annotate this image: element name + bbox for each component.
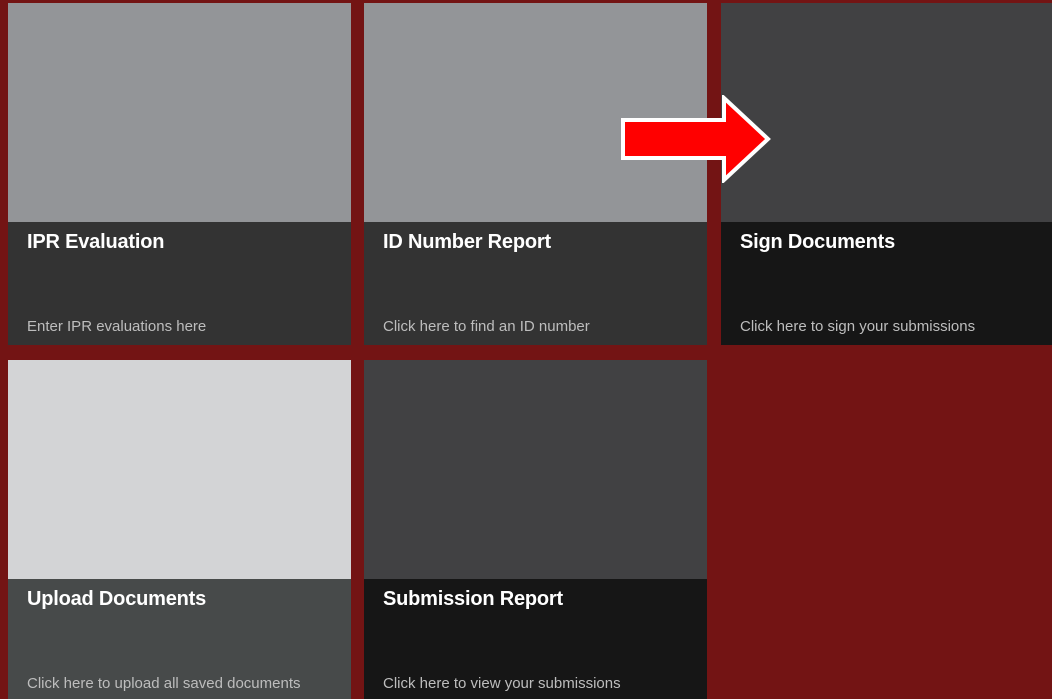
tile-description: Enter IPR evaluations here xyxy=(27,318,207,335)
tile-grid: IPR Evaluation Enter IPR evaluations her… xyxy=(0,0,1052,699)
tile-image xyxy=(8,360,351,579)
tile-title: Upload Documents xyxy=(27,588,207,610)
tile-info: Submission Report Click here to view you… xyxy=(364,579,707,699)
tile-info: IPR Evaluation Enter IPR evaluations her… xyxy=(8,222,351,345)
tile-description: Click here to sign your submissions xyxy=(740,318,976,335)
tile-title: ID Number Report xyxy=(383,231,551,253)
tile-description: Click here to find an ID number xyxy=(383,318,590,335)
tile-image xyxy=(8,3,351,222)
tile-info: Sign Documents Click here to sign your s… xyxy=(721,222,1052,345)
tile-image xyxy=(364,360,707,579)
tile-description: Click here to view your submissions xyxy=(383,675,621,692)
tile-info: ID Number Report Click here to find an I… xyxy=(364,222,707,345)
tile-ipr-evaluation[interactable]: IPR Evaluation Enter IPR evaluations her… xyxy=(8,3,351,345)
tile-submission-report[interactable]: Submission Report Click here to view you… xyxy=(364,360,707,699)
right-arrow-icon xyxy=(621,95,771,183)
tile-title: Sign Documents xyxy=(740,231,895,253)
tile-upload-documents[interactable]: Upload Documents Click here to upload al… xyxy=(8,360,351,699)
tile-title: IPR Evaluation xyxy=(27,231,165,253)
tile-description: Click here to upload all saved documents xyxy=(27,675,301,692)
tile-title: Submission Report xyxy=(383,588,563,610)
tile-info: Upload Documents Click here to upload al… xyxy=(8,579,351,699)
